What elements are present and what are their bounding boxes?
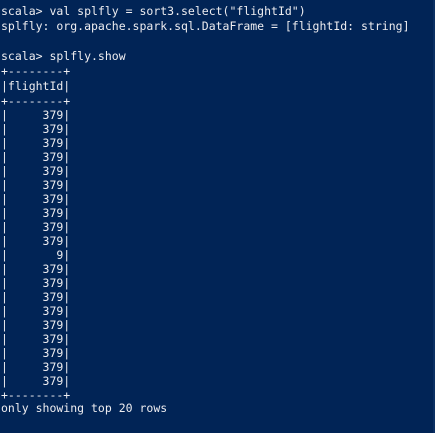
table-row: | 379| [1, 276, 71, 290]
table-row: | 379| [1, 192, 71, 206]
table-row: | 379| [1, 178, 71, 192]
table-row: | 379| [1, 318, 71, 332]
table-border-top: +--------+ [1, 64, 71, 78]
terminal-window[interactable]: scala> val splfly = sort3.select("flight… [0, 0, 435, 433]
output-line-footer: only showing top 20 rows [1, 401, 168, 415]
table-row: | 9| [1, 248, 71, 262]
table-row: | 379| [1, 108, 71, 122]
table-row: | 379| [1, 332, 71, 346]
table-border-bottom: +--------+ [1, 388, 71, 402]
table-row: | 379| [1, 290, 71, 304]
table-border-header: +--------+ [1, 94, 71, 108]
table-header: |flightId| [1, 79, 71, 93]
table-row: | 379| [1, 122, 71, 136]
table-row: | 379| [1, 220, 71, 234]
table-row: | 379| [1, 360, 71, 374]
table-row: | 379| [1, 374, 71, 388]
command-line-select: scala> val splfly = sort3.select("flight… [1, 4, 306, 18]
table-row: | 379| [1, 304, 71, 318]
table-row: | 379| [1, 206, 71, 220]
table-row: | 379| [1, 136, 71, 150]
table-row: | 379| [1, 164, 71, 178]
table-row: | 379| [1, 234, 71, 248]
output-line-schema: splfly: org.apache.spark.sql.DataFrame =… [1, 19, 410, 33]
table-row: | 379| [1, 262, 71, 276]
table-row: | 379| [1, 150, 71, 164]
table-row: | 379| [1, 346, 71, 360]
command-line-show: scala> splfly.show [1, 49, 126, 63]
